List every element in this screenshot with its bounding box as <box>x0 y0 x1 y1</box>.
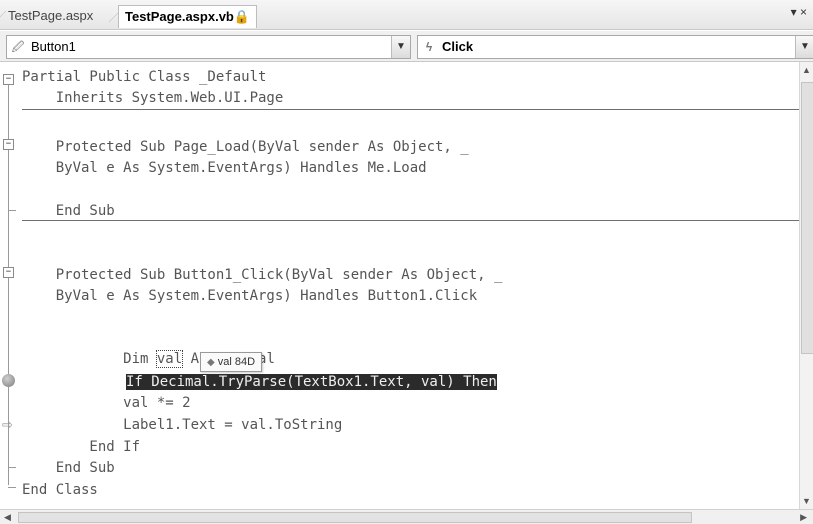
method-name-value: Click <box>442 39 474 54</box>
tab-controls[interactable]: ▾ × <box>791 5 807 19</box>
document-tab-bar: TestPage.aspx TestPage.aspx.vb🔒 ▾ × <box>0 0 813 30</box>
code-line: val *= 2 <box>22 395 191 411</box>
collapse-icon[interactable]: − <box>3 74 14 85</box>
outline-tick <box>8 467 16 468</box>
horizontal-scrollbar[interactable]: ◀ ▶ <box>0 509 813 524</box>
method-name-combo[interactable]: ϟ Click ▼ <box>417 35 813 59</box>
current-statement-arrow-icon: ⇨ <box>2 417 13 432</box>
variable-val[interactable]: val <box>155 350 184 368</box>
event-lightning-icon: ϟ <box>425 40 433 54</box>
code-line: Protected Sub Button1_Click(ByVal sender… <box>22 267 503 283</box>
code-line: End If <box>22 439 141 455</box>
datatip-text: val 84D <box>217 356 256 368</box>
code-line: Partial Public Class _Default <box>22 69 267 85</box>
code-line: Inherits System.Web.UI.Page <box>22 90 284 106</box>
code-line: End Class <box>22 482 98 498</box>
method-separator <box>22 220 800 221</box>
vertical-scroll-thumb[interactable] <box>801 82 813 354</box>
navigation-bar: 🖉 Button1 ▼ ϟ Click ▼ <box>0 31 813 62</box>
scroll-left-icon[interactable]: ◀ <box>4 510 11 524</box>
code-text: Dim <box>55 351 157 367</box>
code-line: ByVal e As System.EventArgs) Handles But… <box>22 288 478 304</box>
chevron-down-icon[interactable]: ▼ <box>795 36 813 58</box>
horizontal-scroll-thumb[interactable] <box>18 512 692 523</box>
code-editor[interactable]: − − − ⇨ Partial Public Class _Default In… <box>0 62 800 509</box>
chevron-down-icon[interactable]: ▼ <box>391 36 410 58</box>
variable-icon: ◆ <box>207 357 215 368</box>
editor-margin[interactable]: − − − ⇨ <box>0 62 24 509</box>
code-line: ByVal e As System.EventArgs) Handles Me.… <box>22 160 427 176</box>
datatip[interactable]: ◆ val 84D <box>200 352 263 372</box>
code-line: End Sub <box>22 203 115 219</box>
class-name-combo[interactable]: 🖉 Button1 ▼ <box>6 35 411 59</box>
tab-testpage-aspx-vb[interactable]: TestPage.aspx.vb🔒 <box>108 5 258 28</box>
class-name-value: Button1 <box>31 39 76 54</box>
breakpoint-icon[interactable] <box>2 374 15 387</box>
component-icon: 🖉 <box>11 40 25 54</box>
code-line: Label1.Text = val.ToString <box>22 417 343 433</box>
code-line: End Sub <box>22 460 115 476</box>
tab-testpage-aspx[interactable]: TestPage.aspx <box>0 5 99 27</box>
collapse-icon[interactable]: − <box>3 139 14 150</box>
method-separator <box>22 109 800 110</box>
code-line-breakpoint: If Decimal.TryParse(TextBox1.Text, val) … <box>126 372 497 392</box>
outline-tick <box>8 487 16 488</box>
code-line: Dim val As Decimal <box>22 329 275 368</box>
outline-tick <box>8 210 16 211</box>
collapse-icon[interactable]: − <box>3 267 14 278</box>
breakpoint-highlight: If Decimal.TryParse(TextBox1.Text, val) … <box>126 374 497 390</box>
vertical-scrollbar[interactable]: ▲ ▼ <box>799 62 813 509</box>
scroll-right-icon[interactable]: ▶ <box>800 510 807 524</box>
scroll-up-icon[interactable]: ▲ <box>800 65 813 75</box>
scroll-down-icon[interactable]: ▼ <box>800 496 813 506</box>
code-line: Protected Sub Page_Load(ByVal sender As … <box>22 139 469 155</box>
